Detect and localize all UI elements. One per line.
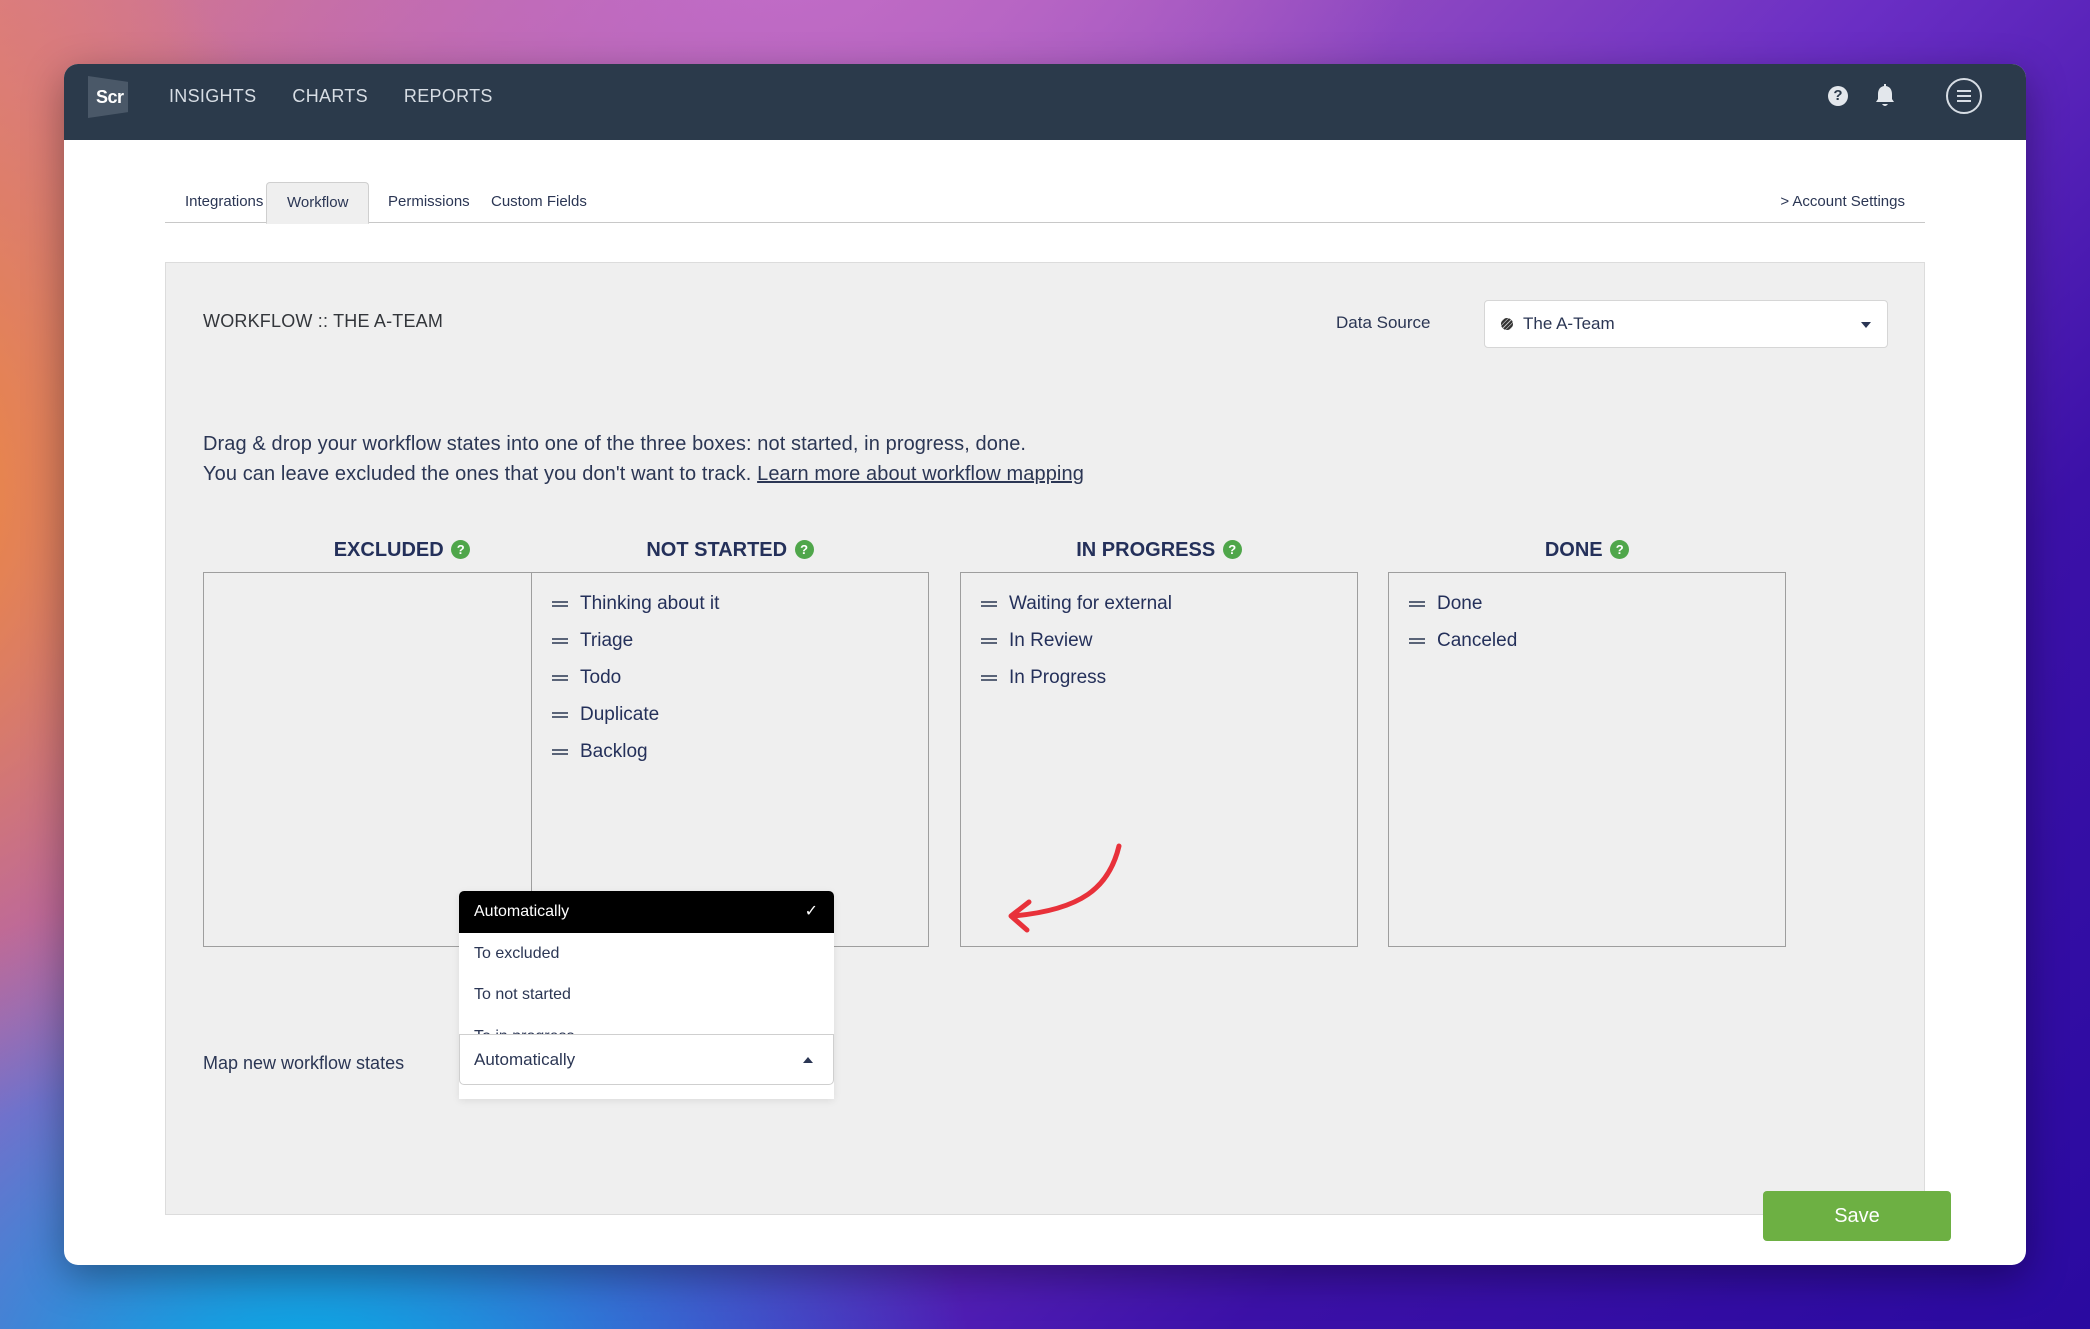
instructions-line-1: Drag & drop your workflow states into on…	[203, 433, 1027, 455]
dropdown-option-label: Automatically	[474, 903, 570, 920]
help-circle-icon[interactable]: ?	[451, 540, 471, 559]
column-title: IN PROGRESS	[1076, 539, 1216, 561]
help-icon[interactable]: ?	[1828, 86, 1848, 106]
workflow-state-item[interactable]: Done	[1389, 585, 1785, 622]
nav-charts[interactable]: CHARTS	[292, 86, 367, 107]
workflow-state-item[interactable]: In Progress	[961, 659, 1357, 696]
drop-zone-done[interactable]: Done Canceled	[1388, 572, 1786, 947]
instructions: Drag & drop your workflow states into on…	[203, 429, 1084, 489]
column-header: NOT STARTED ?	[531, 533, 929, 567]
workflow-state-item[interactable]: Todo	[532, 659, 928, 696]
drag-handle-icon[interactable]	[981, 600, 997, 607]
help-circle-icon[interactable]: ?	[1610, 540, 1630, 559]
page-title: WORKFLOW :: THE A-TEAM	[203, 311, 444, 331]
column-title: DONE	[1544, 539, 1603, 561]
drag-handle-icon[interactable]	[552, 637, 568, 644]
column-title: EXCLUDED	[333, 539, 444, 561]
team-avatar-icon	[1501, 318, 1513, 330]
workflow-state-label: Backlog	[580, 740, 648, 762]
instructions-text: You can leave excluded the ones that you…	[203, 463, 752, 485]
workflow-state-item[interactable]: Waiting for external	[961, 585, 1357, 622]
dropdown-option[interactable]: To excluded	[459, 933, 834, 975]
drop-zone-in-progress[interactable]: Waiting for external In Review In Progress	[960, 572, 1358, 947]
column-done: DONE ? Done Canceled	[1388, 533, 1786, 947]
drag-handle-icon[interactable]	[552, 711, 568, 718]
learn-more-link[interactable]: Learn more about workflow mapping	[757, 463, 1084, 485]
column-title: NOT STARTED	[646, 539, 788, 561]
chevron-up-icon	[803, 1057, 813, 1063]
drag-handle-icon[interactable]	[981, 637, 997, 644]
top-icons: ?	[1828, 78, 1982, 114]
workflow-state-label: Todo	[580, 666, 622, 688]
dropdown-option-label: To not started	[474, 986, 571, 1003]
top-nav-bar: Scr INSIGHTS CHARTS REPORTS ?	[64, 64, 2026, 140]
instructions-line-2: You can leave excluded the ones that you…	[203, 459, 1084, 489]
drag-handle-icon[interactable]	[1409, 637, 1425, 644]
dropdown-option[interactable]: Automatically ✓	[459, 891, 834, 933]
column-header: DONE ?	[1388, 533, 1786, 567]
drag-handle-icon[interactable]	[552, 600, 568, 607]
column-not-started: NOT STARTED ? Thinking about it Triage Tod…	[531, 533, 929, 947]
data-source-label: Data Source	[1336, 313, 1431, 332]
workflow-state-label: In Review	[1009, 629, 1093, 651]
nav-insights[interactable]: INSIGHTS	[169, 86, 256, 107]
workflow-state-label: In Progress	[1009, 666, 1107, 688]
drag-handle-icon[interactable]	[981, 674, 997, 681]
data-source-value: The A-Team	[1523, 314, 1615, 333]
drag-handle-icon[interactable]	[552, 748, 568, 755]
settings-tabs: Integrations Workflow Permissions Custom…	[165, 179, 1925, 224]
drag-handle-icon[interactable]	[552, 674, 568, 681]
dropdown-option-label: To excluded	[474, 944, 560, 962]
help-circle-icon[interactable]: ?	[794, 540, 814, 559]
workflow-state-label: Waiting for external	[1009, 592, 1172, 614]
column-in-progress: IN PROGRESS ? Waiting for external In Rev…	[960, 533, 1358, 947]
workflow-state-label: Triage	[580, 629, 634, 651]
tab-workflow[interactable]: Workflow	[266, 182, 370, 224]
account-settings-link[interactable]: > Account Settings	[1780, 182, 1905, 222]
workflow-state-label: Done	[1437, 592, 1483, 614]
app-logo[interactable]: Scr	[88, 76, 128, 118]
dropdown-option[interactable]: To not started	[459, 974, 834, 1016]
help-circle-icon[interactable]: ?	[1222, 540, 1242, 559]
column-header: IN PROGRESS ?	[960, 533, 1358, 567]
workflow-state-item[interactable]: Canceled	[1389, 622, 1785, 659]
workflow-state-item[interactable]: In Review	[961, 622, 1357, 659]
tab-custom-fields[interactable]: Custom Fields	[471, 182, 607, 223]
app-window: Scr INSIGHTS CHARTS REPORTS ? Integratio…	[64, 64, 2026, 1265]
chevron-down-icon	[1861, 322, 1871, 328]
workflow-state-label: Canceled	[1437, 629, 1518, 651]
workflow-state-label: Thinking about it	[580, 592, 720, 614]
workflow-state-item[interactable]: Triage	[532, 622, 928, 659]
data-source-select[interactable]: The A-Team	[1484, 300, 1888, 348]
workflow-state-label: Duplicate	[580, 703, 660, 725]
hamburger-menu-icon[interactable]	[1946, 78, 1982, 114]
main-nav: INSIGHTS CHARTS REPORTS	[169, 64, 493, 128]
drag-handle-icon[interactable]	[1409, 600, 1425, 607]
workflow-state-item[interactable]: Thinking about it	[532, 585, 928, 622]
save-button[interactable]: Save	[1763, 1191, 1951, 1241]
map-new-states-label: Map new workflow states	[203, 1053, 405, 1073]
workflow-state-item[interactable]: Backlog	[532, 733, 928, 770]
workflow-state-item[interactable]: Duplicate	[532, 696, 928, 733]
map-new-states-select[interactable]: Automatically	[459, 1034, 834, 1085]
bell-icon[interactable]	[1874, 84, 1896, 108]
nav-reports[interactable]: REPORTS	[404, 86, 493, 107]
workflow-panel: WORKFLOW :: THE A-TEAM Data Source The A…	[165, 262, 1951, 1241]
map-new-states-value: Automatically	[474, 1050, 576, 1069]
checkmark-icon: ✓	[804, 903, 818, 920]
